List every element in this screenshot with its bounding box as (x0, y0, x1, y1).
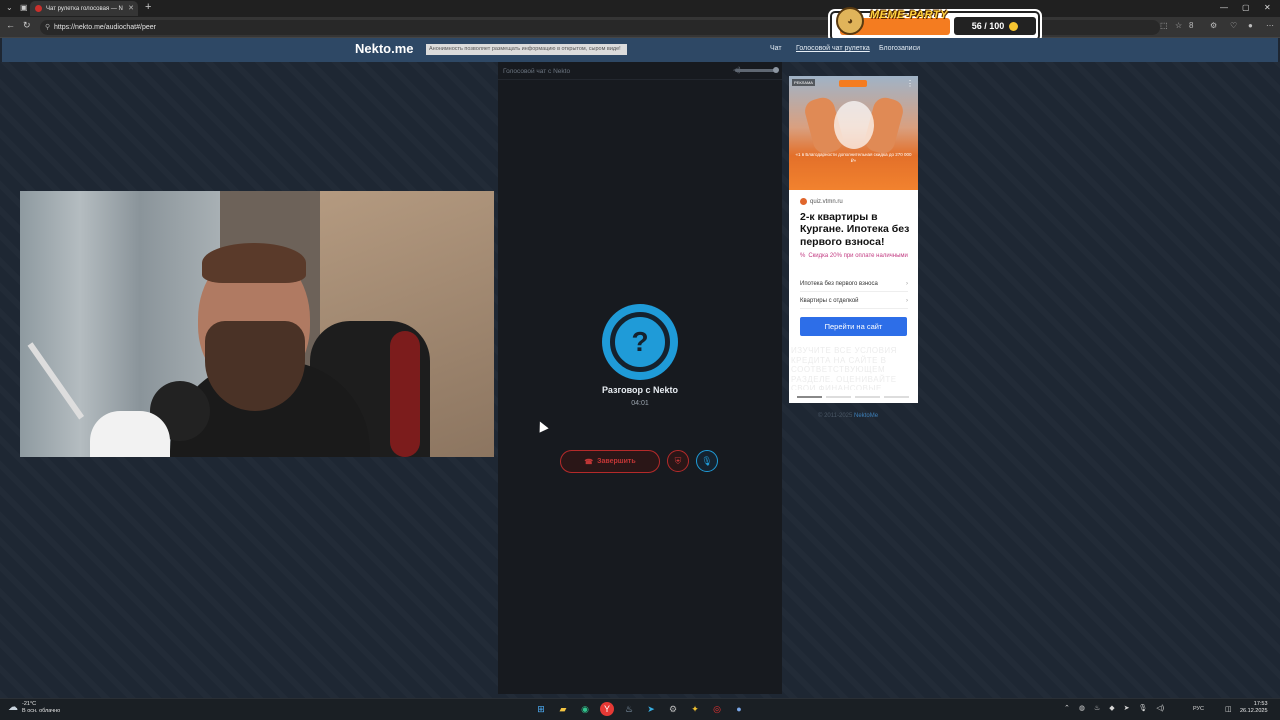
end-call-label: Завершить (597, 458, 636, 465)
chevron-right-icon: › (906, 298, 908, 304)
ad-promo-text: «1 в Благодарности дополнительная скидка… (795, 152, 912, 163)
browser-tab-bar: ⌄ ▣ Чат рулетка голосовая — N ✕ + — ▢ ✕ (0, 0, 1280, 17)
conversation-title: Разговор с Nekto (601, 385, 679, 395)
tab-close-icon[interactable]: ✕ (128, 4, 134, 12)
system-tray: ⌃ ◍ ♨ ◆ ➤ 🎙 ◁) (1064, 704, 1164, 712)
close-window-icon[interactable]: ✕ (1264, 3, 1271, 12)
shield-icon: ⛨ (674, 455, 682, 466)
clock[interactable]: 17:53 26.12.2025 (1240, 701, 1268, 715)
tab-list-icon[interactable]: ⌄ (6, 3, 13, 12)
doge-icon: ◕ (836, 7, 864, 35)
address-bar: ← ↻ ⚲ https://nekto.me/audiochat#/peer ⬚… (0, 17, 1280, 38)
site-copyright: © 2011-2025 NektoMe (818, 413, 879, 419)
ad-image[interactable]: «1 в Благодарности дополнительная скидка… (789, 76, 918, 190)
tray-chevron-icon[interactable]: ⌃ (1064, 704, 1070, 712)
ad-menu-icon[interactable]: ⋮ (906, 79, 914, 88)
clock-date: 26.12.2025 (1240, 708, 1268, 715)
windows-taskbar: ☁ -21°C В осн. облачно ⊞ ▰ ◉ Y ♨ ➤ ⚙ ✦ ◎ … (0, 698, 1280, 720)
tray-telegram-icon[interactable]: ➤ (1124, 704, 1130, 712)
language-indicator[interactable]: РУС (1193, 706, 1204, 712)
overlay-title: MEME-PARTY (870, 9, 948, 21)
ad-headline[interactable]: 2-к квартиры в Кургане. Ипотека без перв… (800, 211, 910, 248)
ad-banner[interactable]: «1 в Благодарности дополнительная скидка… (789, 76, 918, 403)
webcam-video (20, 191, 494, 457)
minimize-icon[interactable]: — (1220, 3, 1228, 12)
ad-discount: % Скидка 20% при оплате наличными (800, 253, 908, 259)
ad-domain[interactable]: quiz.vtmn.ru (800, 198, 843, 205)
copyright-link[interactable]: NektoMe (854, 413, 878, 419)
steam-icon[interactable]: ♨ (622, 702, 636, 716)
overlay-counter: 56 / 100 (954, 17, 1036, 35)
percent-icon: % (800, 253, 806, 259)
tray-app-icon[interactable]: ◍ (1079, 704, 1085, 712)
reload-icon[interactable]: ↻ (23, 20, 31, 31)
yandex-browser-icon[interactable]: Y (600, 702, 614, 716)
profile-avatar[interactable]: ● (1248, 21, 1253, 30)
ad-link-mortgage[interactable]: Ипотека без первого взноса › (800, 281, 908, 292)
ad-carousel-dots[interactable] (797, 396, 909, 398)
question-icon: ? (610, 312, 670, 372)
stream-overlay-widget: ◕ MEME-PARTY 56 / 100 (830, 7, 1040, 41)
extension-badge[interactable]: 8 (1189, 21, 1193, 30)
ad-link-finishing[interactable]: Квартиры с отделкой › (800, 298, 908, 309)
tray-app2-icon[interactable]: ◆ (1109, 704, 1114, 712)
telegram-icon[interactable]: ➤ (644, 702, 658, 716)
ad-disclaimer: ИЗУЧИТЕ ВСЕ УСЛОВИЯ КРЕДИТА НА САЙТЕ В С… (791, 346, 897, 390)
tray-mic-icon[interactable]: 🎙 (1139, 704, 1148, 712)
app2-icon[interactable]: ● (732, 702, 746, 716)
tab-active[interactable]: Чат рулетка голосовая — N ✕ (30, 1, 138, 16)
share-icon[interactable]: ⬚ (1160, 21, 1168, 30)
back-icon[interactable]: ← (6, 20, 15, 30)
coin-icon (1009, 21, 1019, 31)
settings-icon[interactable]: ⚙ (666, 702, 680, 716)
nav-voice-chat[interactable]: Голосовой чат рулетка (796, 45, 870, 52)
bookmark-star-icon[interactable]: ☆ (1175, 21, 1182, 30)
nav-chat[interactable]: Чат (770, 45, 782, 52)
site-header: Nekto.me Анонимность позволяет размещать… (2, 38, 1278, 62)
tab-group-icon[interactable]: ▣ (20, 3, 28, 12)
tray-steam-icon[interactable]: ♨ (1094, 704, 1100, 712)
mic-button[interactable]: 🎙 (696, 450, 718, 472)
cloud-icon: ☁ (8, 702, 18, 714)
tab-title: Чат рулетка голосовая — N (46, 5, 123, 12)
weather-temp: -21°C (22, 701, 37, 707)
nav-blog[interactable]: Блогозаписи (879, 45, 920, 52)
start-icon[interactable]: ⊞ (534, 702, 548, 716)
end-call-button[interactable]: ☎ Завершить (560, 450, 660, 473)
counter-text: 56 / 100 (971, 21, 1005, 31)
clock-time: 17:53 (1253, 701, 1268, 707)
site-info-icon[interactable]: ⚲ (45, 23, 50, 31)
ad-domain-icon (800, 198, 807, 205)
extensions-icon[interactable]: ⚙ (1210, 21, 1217, 30)
voice-chat-panel: Голосовой чат с Nekto ◁) ? Разговор с Ne… (498, 62, 782, 694)
favicon-icon (35, 5, 42, 12)
chevron-right-icon: › (906, 281, 908, 287)
ad-cta-button[interactable]: Перейти на сайт (800, 317, 907, 336)
volume-slider[interactable] (735, 67, 779, 73)
new-tab-button[interactable]: + (145, 1, 151, 13)
report-button[interactable]: ⛨ (667, 450, 689, 472)
edge-icon[interactable]: ◉ (578, 702, 592, 716)
url-text: https://nekto.me/audiochat#/peer (54, 24, 156, 31)
ad-label: РЕКЛАМА (792, 79, 815, 86)
site-logo[interactable]: Nekto.me (355, 41, 414, 56)
weather-desc: В осн. облачно (22, 707, 61, 714)
call-timer: 04:01 (631, 400, 649, 407)
anonymity-notice: Анонимность позволяет размещать информац… (426, 44, 627, 55)
volume-knob[interactable] (773, 67, 779, 73)
favorites-icon[interactable]: ♡ (1230, 21, 1237, 30)
tray-speaker-icon[interactable]: ◁) (1156, 704, 1164, 712)
taskbar-apps: ⊞ ▰ ◉ Y ♨ ➤ ⚙ ✦ ◎ ● (534, 702, 746, 716)
network-icon[interactable]: ◫ (1225, 705, 1232, 713)
file-explorer-icon[interactable]: ▰ (556, 702, 570, 716)
microphone-icon: 🎙 (701, 455, 713, 466)
obs-icon[interactable]: ◎ (710, 702, 724, 716)
peer-avatar: ? (602, 304, 678, 380)
hangup-icon: ☎ (584, 458, 594, 466)
menu-icon[interactable]: ⋯ (1266, 21, 1274, 30)
app-icon[interactable]: ✦ (688, 702, 702, 716)
weather-widget[interactable]: ☁ -21°C В осн. облачно (8, 701, 60, 714)
maximize-icon[interactable]: ▢ (1242, 3, 1250, 12)
